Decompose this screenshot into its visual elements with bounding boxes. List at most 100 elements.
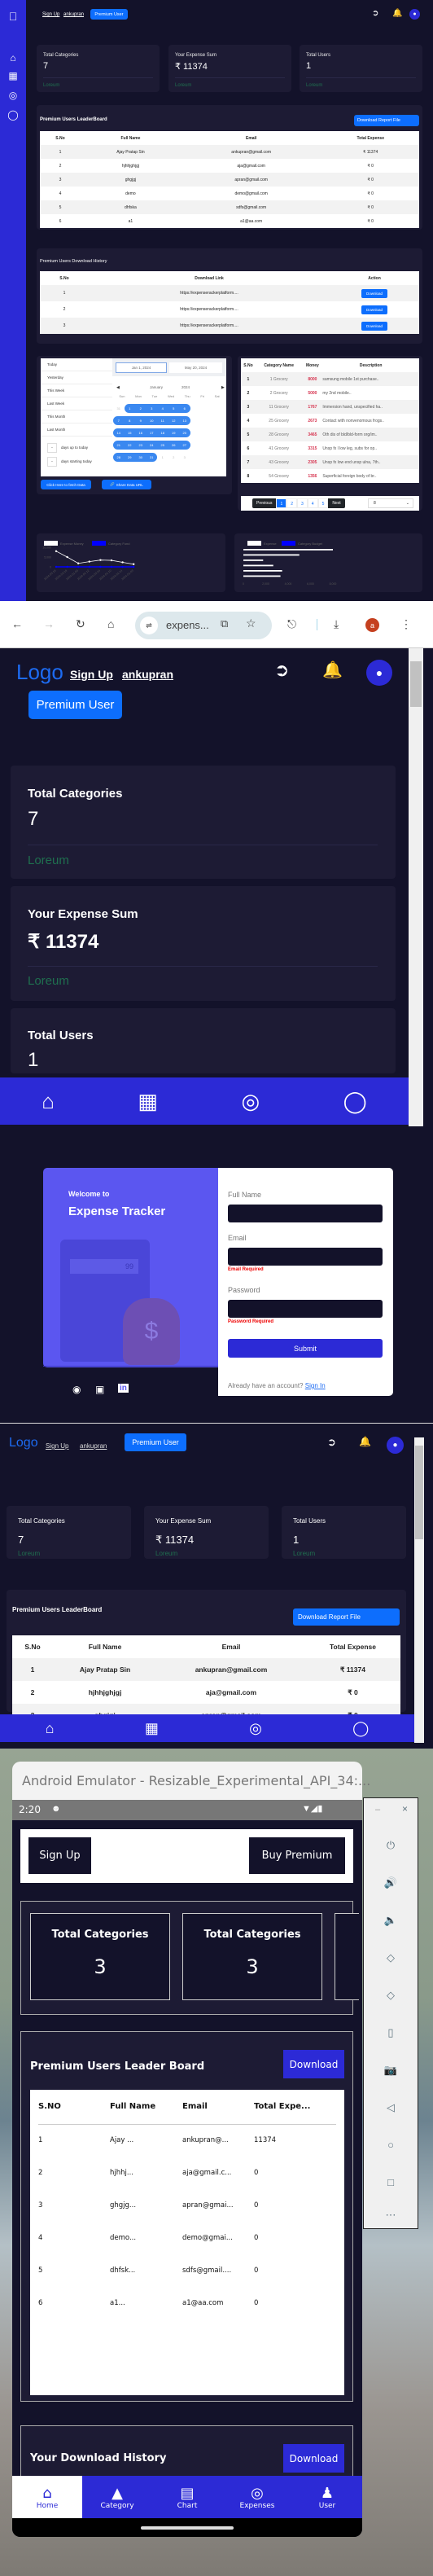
linkedin-icon[interactable]: in	[118, 1384, 129, 1393]
calendar-day[interactable]: 4	[157, 404, 168, 413]
calendar-day[interactable]: 3	[179, 453, 190, 462]
camera-icon[interactable]: 📷	[364, 2064, 418, 2077]
extensions-icon[interactable]: ⎋	[287, 617, 296, 631]
fold-device-icon[interactable]: ▯	[364, 2026, 418, 2039]
preset-item[interactable]: Yesterday	[41, 371, 112, 384]
calendar-day[interactable]: 9	[135, 416, 147, 425]
calendar-day[interactable]: 1	[157, 453, 168, 462]
cell-link[interactable]: https://expenserackerplatform....	[89, 301, 330, 318]
signup-link[interactable]: Sign Up	[70, 668, 113, 681]
avatar-icon[interactable]: ●	[366, 660, 392, 686]
calendar-day[interactable]: 20	[179, 428, 190, 437]
user-icon[interactable]: ◯	[343, 1089, 367, 1114]
home-icon[interactable]: ⌂	[46, 1720, 55, 1737]
calendar-day[interactable]: 23	[135, 441, 147, 450]
share-url-button[interactable]: 🔗 Share Data URL	[102, 480, 151, 489]
home-indicator[interactable]	[141, 2526, 234, 2530]
premium-badge[interactable]: Premium User	[90, 9, 128, 20]
scrollbar[interactable]	[414, 1437, 424, 1743]
calendar-day[interactable]: 26	[168, 441, 179, 450]
forward-icon[interactable]: →	[43, 617, 55, 630]
calendar-day[interactable]: 30	[135, 453, 147, 462]
calendar-day[interactable]: 12	[168, 416, 179, 425]
category-icon[interactable]: ▦	[138, 1089, 158, 1114]
scrollbar-thumb[interactable]	[415, 1446, 423, 1539]
back-icon[interactable]: ←	[11, 617, 23, 630]
tab-user[interactable]: ♟ User	[292, 2476, 362, 2518]
per-page-select[interactable]: 8 ⌄	[368, 498, 413, 508]
bell-icon[interactable]: 🔔	[392, 9, 402, 18]
preset-item[interactable]: Last Week	[41, 397, 112, 410]
calendar-day[interactable]: 14	[113, 428, 125, 437]
tab-category[interactable]: ▲ Category	[82, 2476, 152, 2518]
calendar-day[interactable]: 28	[113, 453, 125, 462]
fetch-data-button[interactable]: Click Here to fetch Data	[41, 480, 91, 489]
month-select[interactable]: January	[150, 385, 163, 389]
profile-avatar[interactable]: a	[365, 618, 379, 632]
user-icon[interactable]: ◯	[352, 1720, 369, 1737]
avatar-icon[interactable]: ●	[387, 1437, 404, 1454]
category-icon[interactable]: ▦	[145, 1720, 159, 1737]
volume-down-icon[interactable]: 🔈	[364, 1914, 418, 1927]
scrollbar[interactable]	[409, 648, 423, 1126]
calendar-day[interactable]: 11	[157, 416, 168, 425]
premium-badge[interactable]: Premium User	[125, 1433, 186, 1451]
logout-icon[interactable]: ➲	[327, 1436, 336, 1449]
calendar-day[interactable]: 2	[168, 453, 180, 462]
home-icon[interactable]: ⌂	[107, 617, 114, 630]
calendar-day[interactable]: 1	[124, 404, 135, 413]
username-link[interactable]: ankupran	[122, 668, 173, 681]
url-text[interactable]: expens...	[166, 619, 209, 631]
open-external-icon[interactable]: ⧉	[221, 617, 228, 630]
previous-page-button[interactable]: Previous	[252, 498, 277, 508]
bell-icon[interactable]: 🔔	[322, 660, 343, 680]
premium-badge[interactable]: Premium User	[28, 691, 122, 719]
tab-home[interactable]: ⌂ Home	[12, 2476, 82, 2518]
reload-icon[interactable]: ↻	[76, 617, 85, 631]
signup-button[interactable]: Sign Up	[28, 1837, 91, 1874]
scrollbar-thumb[interactable]	[410, 661, 422, 707]
instagram-icon[interactable]: ▣	[95, 1384, 104, 1395]
cell-link[interactable]: https://expenserackerplatform....	[89, 285, 330, 301]
volume-up-icon[interactable]: 🔊	[364, 1876, 418, 1889]
category-icon[interactable]: ▦	[0, 70, 26, 81]
calendar-day[interactable]: 19	[168, 428, 179, 437]
tab-chart[interactable]: ▤ Chart	[152, 2476, 222, 2518]
calendar-day[interactable]: 27	[179, 441, 190, 450]
calendar-day[interactable]: 24	[146, 441, 157, 450]
signin-link[interactable]: Sign In	[305, 1382, 326, 1389]
calendar-day[interactable]: 6	[179, 404, 190, 413]
home-icon[interactable]: ⌂	[0, 52, 26, 64]
buy-premium-button[interactable]: Buy Premium	[249, 1837, 345, 1874]
minimize-button[interactable]: –	[375, 1805, 380, 1815]
calendar-day[interactable]: 13	[179, 416, 190, 425]
signup-link[interactable]: Sign Up	[42, 12, 59, 17]
calendar-day[interactable]: 2	[135, 404, 147, 413]
next-page-button[interactable]: Next	[328, 498, 345, 508]
signup-link[interactable]: Sign Up	[46, 1442, 68, 1450]
address-bar[interactable]: ⇌ expens... ⧉ ☆	[135, 612, 272, 639]
calendar-day[interactable]: 3	[146, 404, 157, 413]
close-button[interactable]: ×	[402, 1803, 408, 1815]
logout-icon[interactable]: ➲	[274, 660, 289, 681]
tab-expenses[interactable]: ◎ Expenses	[222, 2476, 292, 2518]
next-month-icon[interactable]: ▶	[221, 385, 225, 390]
calendar-day[interactable]: 22	[124, 441, 135, 450]
calendar-day[interactable]: 31	[113, 404, 125, 413]
username-link[interactable]: ankupran	[80, 1442, 107, 1450]
avatar-icon[interactable]: ●	[409, 9, 420, 20]
leaderboard-download-button[interactable]: Download	[283, 2050, 344, 2078]
password-input[interactable]	[228, 1300, 383, 1318]
logout-icon[interactable]: ➲	[372, 9, 378, 18]
page-button[interactable]: 4	[307, 498, 318, 508]
end-date-input[interactable]: May 20, 2024	[169, 362, 222, 373]
calendar-day[interactable]: 18	[157, 428, 168, 437]
page-button[interactable]: 3	[297, 498, 308, 508]
calendar-day[interactable]: 17	[146, 428, 157, 437]
rotate-left-icon[interactable]: ◇	[364, 1951, 418, 1964]
calendar-day[interactable]: 21	[113, 441, 125, 450]
download-report-button[interactable]: Download Report File	[293, 1608, 400, 1626]
site-settings-icon[interactable]: ⇌	[140, 617, 158, 634]
days-up-input[interactable]: -	[47, 443, 57, 453]
start-date-input[interactable]: Jan 1, 2024	[116, 362, 167, 373]
